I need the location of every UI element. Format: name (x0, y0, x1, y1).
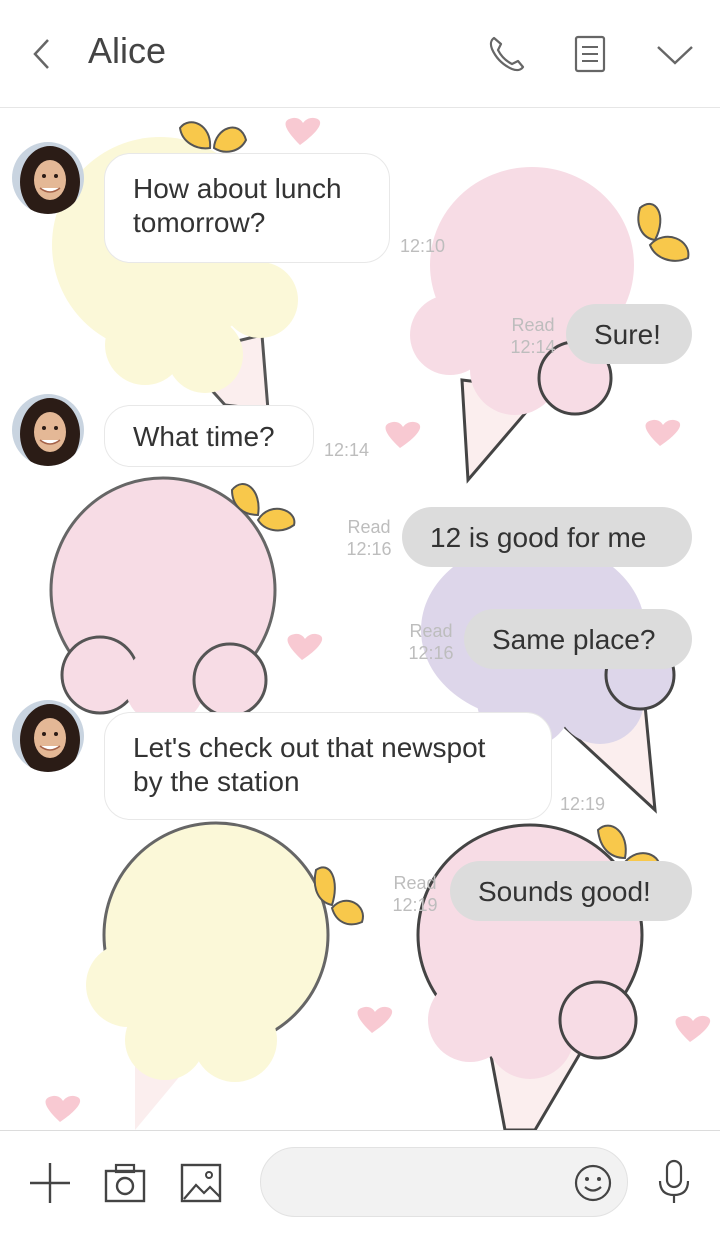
read-label: Read (393, 873, 437, 893)
read-receipt: Read 12:16 (404, 620, 458, 664)
avatar[interactable] (12, 142, 84, 214)
message-time: 12:16 (346, 539, 392, 559)
read-receipt: Read 12:19 (388, 872, 442, 916)
butterfly-2 (637, 202, 690, 262)
message-bubble-incoming[interactable]: What time? (104, 405, 314, 467)
message-time: 12:10 (400, 236, 446, 256)
message-bubble-outgoing[interactable]: Sounds good! (450, 861, 692, 921)
back-chevron-icon[interactable] (26, 34, 60, 74)
phone-icon[interactable] (486, 32, 528, 76)
read-label: Read (409, 621, 453, 641)
message-text: What time? (133, 421, 275, 452)
message-bubble-incoming[interactable]: Let's check out that newspot by the stat… (104, 712, 552, 820)
message-time: 12:19 (560, 794, 606, 814)
message-time: 12:16 (408, 643, 454, 663)
chevron-down-icon[interactable] (654, 32, 696, 76)
message-bubble-outgoing[interactable]: 12 is good for me (402, 507, 692, 567)
message-text: Same place? (492, 624, 656, 655)
plus-icon[interactable] (28, 1161, 72, 1205)
message-bubble-incoming[interactable]: How about lunch tomorrow? (104, 153, 390, 263)
avatar[interactable] (12, 394, 84, 466)
message-text-line: by the station (133, 766, 300, 797)
message-bubble-outgoing[interactable]: Same place? (464, 609, 692, 669)
avatar-photo-icon (12, 700, 84, 772)
message-text-line: tomorrow? (133, 207, 266, 238)
ice-cream-pink-2 (49, 476, 277, 725)
message-text-line: Let's check out that newspot (133, 732, 486, 763)
read-label: Read (511, 315, 555, 335)
notes-icon[interactable] (570, 32, 612, 76)
camera-icon[interactable] (104, 1163, 146, 1203)
message-input-container[interactable] (260, 1147, 628, 1217)
message-text: 12 is good for me (430, 522, 647, 553)
microphone-icon[interactable] (656, 1159, 692, 1205)
avatar-photo-icon (12, 142, 84, 214)
message-text: Sure! (594, 319, 661, 350)
read-receipt: Read 12:16 (342, 516, 396, 560)
emoji-icon[interactable] (573, 1163, 613, 1203)
image-icon[interactable] (180, 1163, 222, 1203)
composer-bar (0, 1130, 720, 1233)
read-label: Read (347, 517, 391, 537)
message-bubble-outgoing[interactable]: Sure! (566, 304, 692, 364)
message-input[interactable] (285, 1166, 559, 1200)
chat-title[interactable]: Alice (88, 30, 166, 72)
message-text: Sounds good! (478, 876, 651, 907)
ice-cream-yellow-2 (86, 821, 330, 1130)
message-time: 12:14 (510, 337, 556, 357)
avatar[interactable] (12, 700, 84, 772)
message-text-line: How about lunch (133, 173, 342, 204)
message-time: 12:19 (392, 895, 438, 915)
read-receipt: Read 12:14 (506, 314, 560, 358)
chat-header: Alice (0, 0, 720, 108)
message-time: 12:14 (324, 440, 370, 460)
avatar-photo-icon (12, 394, 84, 466)
